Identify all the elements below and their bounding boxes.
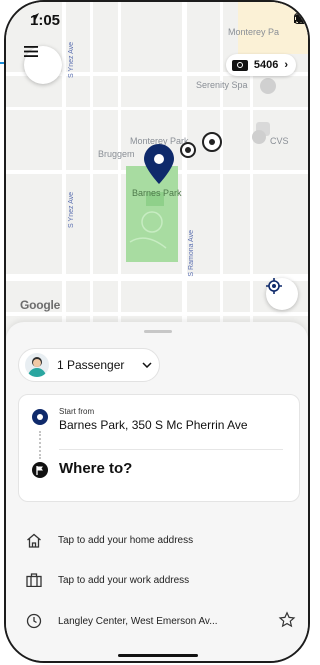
crosshair-icon bbox=[266, 278, 282, 294]
home-address-row[interactable]: Tap to add your home address bbox=[18, 526, 300, 554]
google-logo: Google bbox=[20, 298, 61, 312]
home-indicator bbox=[118, 654, 198, 657]
pickup-pin-icon[interactable] bbox=[144, 144, 174, 184]
route-card: Start from Barnes Park, 350 S Mc Pherrin… bbox=[18, 394, 300, 502]
map-label-barnes-park: Barnes Park bbox=[132, 188, 182, 198]
clock-icon bbox=[24, 611, 44, 631]
briefcase-icon bbox=[24, 570, 44, 590]
home-address-label: Tap to add your home address bbox=[58, 534, 194, 546]
ride-count: 5406 bbox=[253, 59, 279, 71]
route-connector bbox=[39, 431, 41, 459]
destination-flag-icon bbox=[32, 462, 48, 478]
map-label-cvs: CVS bbox=[270, 136, 289, 146]
work-address-label: Tap to add your work address bbox=[58, 574, 190, 586]
where-to-input[interactable]: Where to? bbox=[59, 460, 132, 477]
road-label-s-ramona: S Ramona Ave bbox=[188, 230, 195, 277]
start-address[interactable]: Barnes Park, 350 S Mc Pherrin Ave bbox=[59, 418, 248, 432]
phone-frame: 1:05 Monterey Pa Serenity Spa Monterey P… bbox=[4, 0, 310, 663]
recent-location-row[interactable]: Langley Center, West Emerson Av... bbox=[18, 607, 300, 635]
home-icon bbox=[24, 530, 44, 550]
map-view[interactable]: 1:05 Monterey Pa Serenity Spa Monterey P… bbox=[6, 2, 308, 342]
menu-button[interactable] bbox=[24, 46, 62, 84]
avatar bbox=[25, 353, 49, 377]
map-label-monterey-pa: Monterey Pa bbox=[228, 27, 280, 37]
hamburger-menu-icon bbox=[24, 46, 38, 57]
map-label-bruggem: Bruggem bbox=[98, 149, 135, 159]
status-time: 1:05 bbox=[30, 12, 61, 29]
place-marker-icon[interactable] bbox=[180, 142, 196, 158]
sheet-drag-handle[interactable] bbox=[144, 330, 172, 333]
start-location-icon bbox=[32, 409, 48, 425]
road-label-s-ynez-top: S Ynez Ave bbox=[68, 42, 75, 78]
work-address-row[interactable]: Tap to add your work address bbox=[18, 566, 300, 594]
battery-icon bbox=[294, 13, 308, 24]
spa-marker-icon bbox=[260, 78, 276, 94]
recent-location-label: Langley Center, West Emerson Av... bbox=[58, 615, 218, 627]
passenger-label: 1 Passenger bbox=[57, 358, 125, 372]
ride-count-chip[interactable]: 5406 › bbox=[225, 54, 296, 76]
ticket-icon bbox=[231, 59, 248, 71]
map-label-serenity-spa: Serenity Spa bbox=[196, 80, 248, 90]
start-from-label: Start from bbox=[59, 407, 95, 416]
recenter-location-button[interactable] bbox=[266, 278, 298, 310]
place-marker-icon[interactable] bbox=[202, 132, 222, 152]
chevron-down-icon bbox=[142, 362, 152, 368]
divider bbox=[59, 449, 283, 450]
favorite-star-icon[interactable] bbox=[278, 611, 296, 629]
cvs-marker-icon bbox=[252, 130, 266, 144]
location-arrow-icon bbox=[31, 13, 39, 21]
bottom-sheet: 1 Passenger Start from Barnes Park, 350 … bbox=[6, 322, 308, 661]
road-label-s-ynez-mid: S Ynez Ave bbox=[68, 192, 75, 228]
chevron-right-icon: › bbox=[284, 59, 288, 71]
passenger-selector[interactable]: 1 Passenger bbox=[18, 348, 160, 382]
